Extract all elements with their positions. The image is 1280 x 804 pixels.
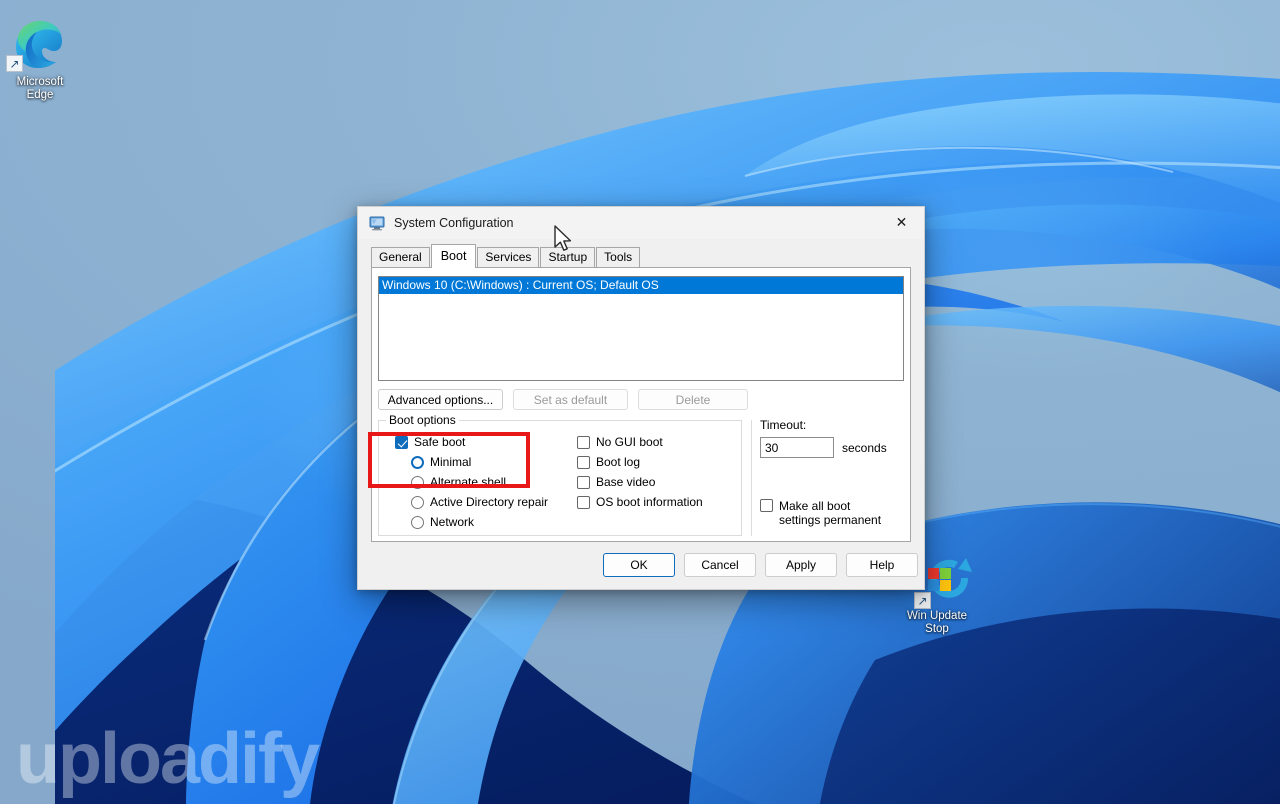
- shortcut-arrow-icon: ↗: [914, 592, 931, 609]
- timeout-label: Timeout:: [760, 418, 807, 432]
- option-active-directory-repair[interactable]: Active Directory repair: [411, 492, 548, 512]
- os-list-item[interactable]: Windows 10 (C:\Windows) : Current OS; De…: [379, 277, 903, 294]
- timeout-row: 30 seconds: [760, 437, 910, 458]
- desktop-icon-label: Microsoft Edge: [4, 76, 76, 102]
- computer-monitor-icon: [369, 215, 385, 231]
- option-label: Alternate shell: [430, 475, 507, 489]
- radio-alternate-shell[interactable]: [411, 475, 424, 489]
- checkbox-boot-log[interactable]: [577, 455, 590, 469]
- boot-tab-panel: Windows 10 (C:\Windows) : Current OS; De…: [371, 267, 911, 542]
- option-minimal[interactable]: Minimal: [411, 452, 548, 472]
- option-boot-log[interactable]: Boot log: [577, 452, 703, 472]
- boot-options-right-column: No GUI boot Boot log Base video OS boot …: [577, 432, 703, 512]
- checkbox-os-boot-information[interactable]: [577, 495, 590, 509]
- option-label: Safe boot: [414, 435, 466, 449]
- option-label: No GUI boot: [596, 435, 663, 449]
- desktop-icon-microsoft-edge[interactable]: ↗ Microsoft Edge: [4, 14, 76, 102]
- option-label: Network: [430, 515, 475, 529]
- mouse-cursor: [554, 225, 572, 251]
- os-list[interactable]: Windows 10 (C:\Windows) : Current OS; De…: [378, 276, 904, 381]
- checkbox-make-permanent[interactable]: [760, 499, 773, 512]
- tab-tools[interactable]: Tools: [596, 247, 641, 267]
- option-label: Boot log: [596, 455, 641, 469]
- option-label: Minimal: [430, 455, 472, 469]
- dialog-titlebar[interactable]: System Configuration ✕: [358, 207, 924, 239]
- timeout-input[interactable]: 30: [760, 437, 834, 458]
- winupd-label-line2: Stop: [925, 623, 949, 635]
- timeout-section: Timeout: 30 seconds Make all boot settin…: [760, 418, 910, 527]
- system-configuration-dialog: System Configuration ✕ General Boot Serv…: [357, 206, 925, 590]
- radio-network[interactable]: [411, 515, 424, 529]
- option-no-gui-boot[interactable]: No GUI boot: [577, 432, 703, 452]
- option-safe-boot[interactable]: Safe boot: [395, 432, 548, 452]
- help-button[interactable]: Help: [846, 553, 918, 577]
- winupd-label-line1: Win Update: [906, 610, 968, 622]
- shortcut-arrow-icon: ↗: [6, 55, 23, 72]
- delete-button: Delete: [638, 389, 748, 410]
- edge-icon: ↗: [4, 14, 76, 74]
- dialog-title: System Configuration: [394, 216, 514, 230]
- watermark: uploadify: [16, 719, 320, 799]
- dialog-button-bar: OK Cancel Apply Help: [358, 545, 924, 589]
- option-network[interactable]: Network: [411, 512, 548, 532]
- checkbox-no-gui-boot[interactable]: [577, 435, 590, 449]
- tab-services[interactable]: Services: [477, 247, 540, 267]
- boot-options-left-column: Safe boot Minimal Alternate shell Active…: [395, 432, 548, 532]
- option-make-all-boot-settings-permanent[interactable]: Make all boot settings permanent: [760, 499, 910, 527]
- boot-options-group: Boot options Safe boot Minimal Alternate…: [378, 413, 742, 536]
- desktop: uploadify ↗ Microsoft Edge ↗ Win Update …: [0, 0, 1280, 804]
- timeout-units-label: seconds: [842, 440, 887, 455]
- option-label: OS boot information: [596, 495, 703, 509]
- tab-general[interactable]: General: [371, 247, 430, 267]
- radio-minimal[interactable]: [411, 455, 424, 469]
- tab-strip: General Boot Services Startup Tools: [371, 244, 924, 268]
- tab-boot[interactable]: Boot: [430, 244, 477, 268]
- option-alternate-shell[interactable]: Alternate shell: [411, 472, 548, 492]
- checkbox-base-video[interactable]: [577, 475, 590, 489]
- edge-label-line1: Microsoft: [16, 76, 64, 88]
- checkbox-safe-boot[interactable]: [395, 435, 408, 449]
- option-base-video[interactable]: Base video: [577, 472, 703, 492]
- radio-active-directory-repair[interactable]: [411, 495, 424, 509]
- apply-button[interactable]: Apply: [765, 553, 837, 577]
- desktop-icon-label: Win Update Stop: [898, 610, 976, 636]
- close-icon[interactable]: ✕: [879, 207, 924, 238]
- option-label: Active Directory repair: [430, 495, 549, 509]
- cancel-button[interactable]: Cancel: [684, 553, 756, 577]
- boot-options-legend: Boot options: [386, 413, 459, 427]
- group-divider: [751, 420, 752, 536]
- edge-label-line2: Edge: [26, 89, 54, 101]
- option-label: Make all boot settings permanent: [779, 499, 882, 527]
- option-label: Base video: [596, 475, 656, 489]
- ok-button[interactable]: OK: [603, 553, 675, 577]
- option-os-boot-information[interactable]: OS boot information: [577, 492, 703, 512]
- set-as-default-button: Set as default: [513, 389, 628, 410]
- advanced-options-button[interactable]: Advanced options...: [378, 389, 503, 410]
